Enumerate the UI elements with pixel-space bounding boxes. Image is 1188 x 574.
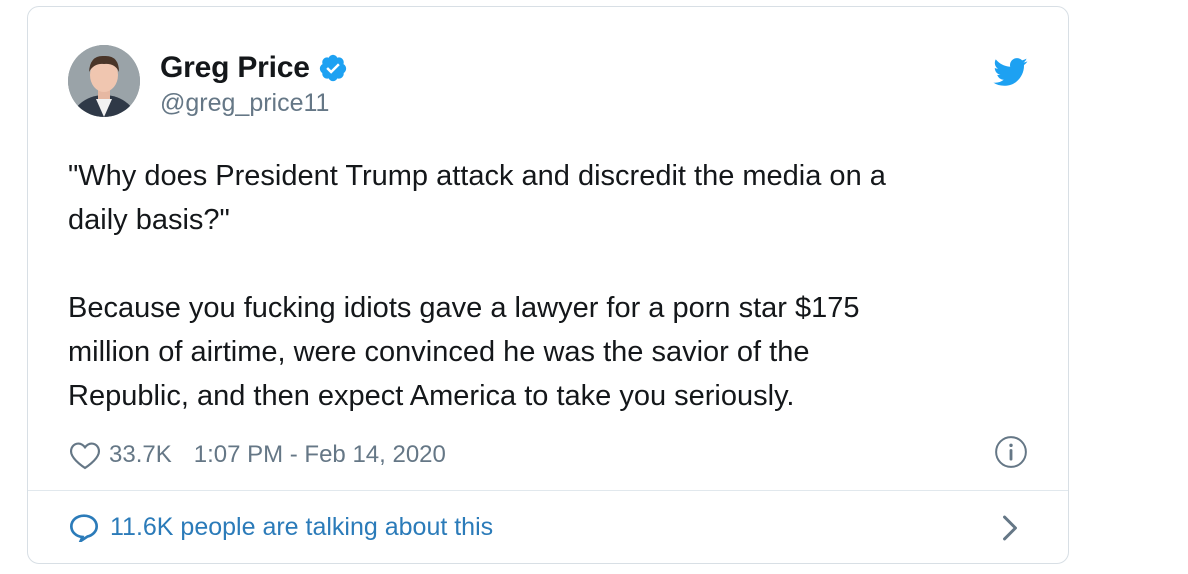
twitter-bird-icon[interactable] bbox=[992, 57, 1028, 87]
chevron-right-icon[interactable] bbox=[1000, 513, 1020, 543]
tweet-text: "Why does President Trump attack and dis… bbox=[68, 160, 886, 412]
speech-bubble-icon bbox=[68, 512, 100, 545]
like-count[interactable]: 33.7K bbox=[109, 441, 172, 469]
author-handle[interactable]: @greg_price11 bbox=[160, 89, 348, 118]
heart-icon[interactable] bbox=[68, 440, 102, 470]
tweet-meta: 33.7K 1:07 PM - Feb 14, 2020 bbox=[68, 435, 446, 475]
tweet-header: Greg Price @greg_price11 bbox=[68, 45, 1028, 121]
author-names: Greg Price @greg_price11 bbox=[160, 51, 348, 118]
author-display-name[interactable]: Greg Price bbox=[160, 51, 310, 85]
talking-about-text[interactable]: 11.6K people are talking about this bbox=[110, 513, 493, 542]
verified-badge-icon bbox=[318, 53, 348, 83]
tweet-card: Greg Price @greg_price11 "Why does Presi… bbox=[27, 6, 1069, 564]
info-icon[interactable] bbox=[994, 435, 1028, 469]
avatar[interactable] bbox=[68, 45, 140, 117]
tweet-timestamp[interactable]: 1:07 PM - Feb 14, 2020 bbox=[194, 441, 446, 469]
name-row: Greg Price bbox=[160, 51, 348, 85]
divider bbox=[28, 490, 1068, 491]
conversation-link[interactable]: 11.6K people are talking about this bbox=[68, 507, 493, 547]
